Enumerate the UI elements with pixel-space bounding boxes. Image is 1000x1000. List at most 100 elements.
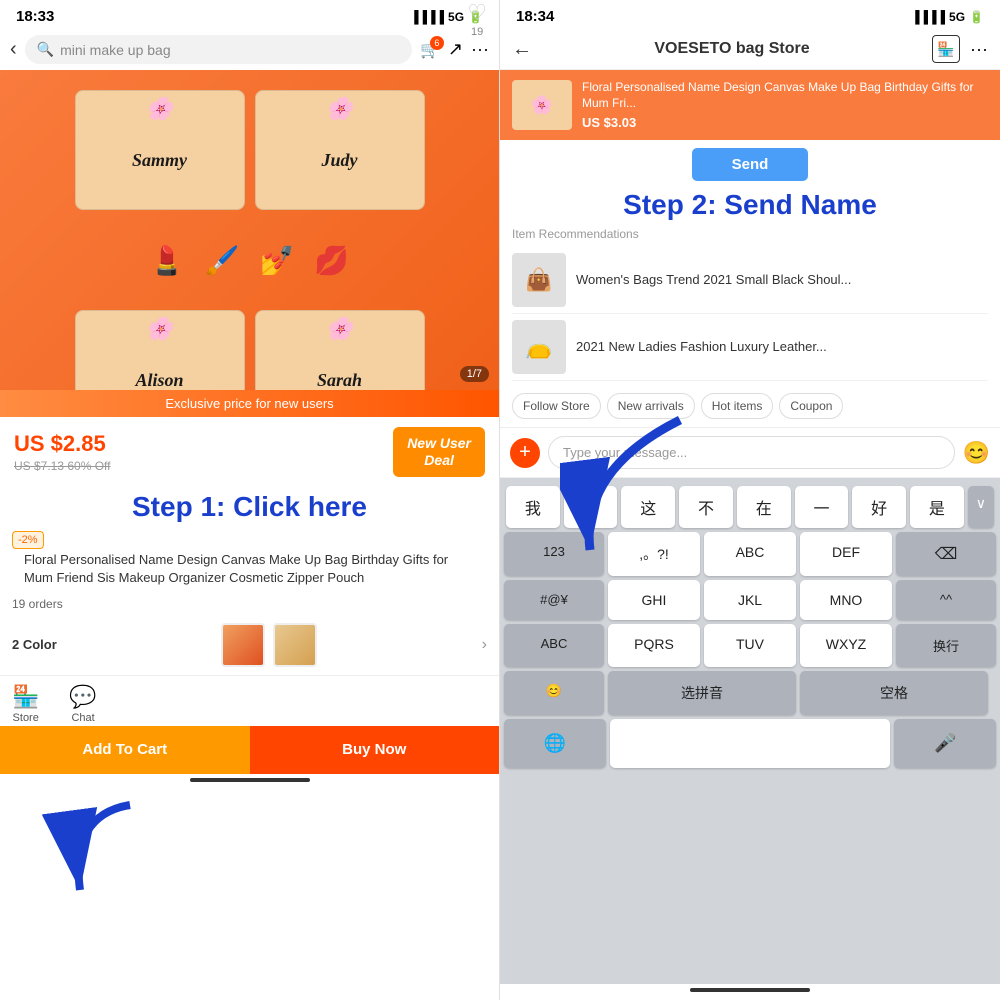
right-time: 18:34 <box>516 8 554 25</box>
makeup-icon-2: 🖌️ <box>205 244 240 277</box>
message-input[interactable]: Type your message... <box>548 436 955 469</box>
kb-key-special[interactable]: #@¥ <box>504 580 604 620</box>
color-chevron-icon[interactable]: › <box>482 636 487 654</box>
kb-key-mno[interactable]: MNO <box>800 580 892 620</box>
quick-key-yi[interactable]: 一 <box>795 486 849 528</box>
makeup-tools-row: 💄 🖌️ 💅 💋 <box>20 220 479 300</box>
right-main-content: 🌸 Floral Personalised Name Design Canvas… <box>500 70 1000 1000</box>
buy-now-button[interactable]: Buy Now <box>250 726 500 774</box>
color-swatch-2[interactable] <box>273 623 317 667</box>
chat-icon-item[interactable]: 💬 Chat <box>69 684 96 724</box>
kb-key-huanhang[interactable]: 换行 <box>896 624 996 667</box>
kb-key-abc[interactable]: ABC <box>704 532 796 576</box>
heart-section[interactable]: ♡ 19 <box>467 0 487 38</box>
quick-key-bu[interactable]: 不 <box>679 486 733 528</box>
new-user-deal[interactable]: New UserDeal <box>393 427 485 477</box>
signal-icon: ▐▐▐▐ <box>410 10 444 24</box>
store-tabs: Follow Store New arrivals Hot items Coup… <box>500 385 1000 428</box>
product-title: Floral Personalised Name Design Canvas M… <box>12 549 487 591</box>
kb-mic-button[interactable]: 🎤 <box>894 719 996 768</box>
kb-key-abc2[interactable]: ABC <box>504 624 604 667</box>
cart-icon-wrap[interactable]: 🛒 6 <box>420 40 440 60</box>
right-home-bar <box>690 988 810 992</box>
right-store-icon[interactable]: 🏪 <box>932 35 960 63</box>
store-icon-item[interactable]: 🏪 Store <box>12 684 39 724</box>
preview-info: Floral Personalised Name Design Canvas M… <box>582 80 988 130</box>
right-more-icon[interactable]: ··· <box>970 39 988 60</box>
quick-key-wo[interactable]: 我 <box>506 486 560 528</box>
kb-key-punc[interactable]: ,。?! <box>608 532 700 576</box>
quick-key-shi[interactable]: 是 <box>910 486 964 528</box>
rec-thumb-2: 👝 <box>512 320 566 374</box>
bag-name-1: Sammy <box>132 150 187 171</box>
share-icon[interactable]: ↗ <box>448 39 463 60</box>
bag-alison: 🌸 Alison <box>75 310 245 390</box>
kb-key-123[interactable]: 123 <box>504 532 604 576</box>
quick-key-hao[interactable]: 好 <box>852 486 906 528</box>
kb-key-emoji[interactable]: 😊 <box>504 671 604 715</box>
kb-key-ghi[interactable]: GHI <box>608 580 700 620</box>
send-btn-wrap: Send <box>500 140 1000 189</box>
search-icon: 🔍 <box>37 41 54 58</box>
rec-thumb-1: 👜 <box>512 253 566 307</box>
kb-key-def[interactable]: DEF <box>800 532 892 576</box>
chevron-key[interactable]: ∨ <box>968 486 994 528</box>
kb-key-pqrs[interactable]: PQRS <box>608 624 700 667</box>
rec-title-2: 2021 New Ladies Fashion Luxury Leather..… <box>576 339 827 356</box>
rec-item-1[interactable]: 👜 Women's Bags Trend 2021 Small Black Sh… <box>512 247 988 314</box>
kb-globe-button[interactable]: 🌐 <box>504 719 606 768</box>
quick-key-ni[interactable]: 你 <box>564 486 618 528</box>
send-button[interactable]: Send <box>692 148 809 181</box>
price-row: US $2.85 US $7.13 60% Off New UserDeal <box>0 417 499 485</box>
price-main: US $2.85 <box>14 431 111 457</box>
chat-icon: 💬 <box>69 684 96 710</box>
bag-name-4: Sarah <box>317 370 362 391</box>
bag-name-2: Judy <box>322 150 358 171</box>
tab-hot-items[interactable]: Hot items <box>701 393 774 419</box>
tab-follow-store[interactable]: Follow Store <box>512 393 601 419</box>
rec-item-2[interactable]: 👝 2021 New Ladies Fashion Luxury Leather… <box>512 314 988 381</box>
right-network-icon: 5G <box>949 10 965 24</box>
kb-row-4: 😊 选拼音 空格 <box>504 671 996 715</box>
bottom-bar: 🏪 Store 💬 Chat Add To Cart Buy Now <box>0 675 499 790</box>
tab-coupon[interactable]: Coupon <box>779 393 843 419</box>
quick-key-zhe[interactable]: 这 <box>621 486 675 528</box>
heart-count: 19 <box>471 26 483 38</box>
tab-new-arrivals[interactable]: New arrivals <box>607 393 695 419</box>
back-button[interactable]: ‹ <box>10 38 17 61</box>
kb-space-bar[interactable] <box>610 719 891 768</box>
emoji-button[interactable]: 😊 <box>963 440 990 466</box>
kb-row-3: ABC PQRS TUV WXYZ 换行 <box>504 624 996 667</box>
message-placeholder: Type your message... <box>563 445 687 460</box>
product-image-container: 🌸 Sammy 🌸 Judy 💄 🖌️ 💅 💋 🌸 Alison 🌸 Sarah <box>0 70 499 390</box>
kb-key-wxyz[interactable]: WXYZ <box>800 624 892 667</box>
kb-key-del[interactable]: ⌫ <box>896 532 996 576</box>
right-top-bar: ← VOESETO bag Store 🏪 ··· <box>500 29 1000 70</box>
kb-key-tuv[interactable]: TUV <box>704 624 796 667</box>
add-to-cart-button[interactable]: Add To Cart <box>0 726 250 774</box>
flower-deco-3: 🌸 <box>146 316 173 342</box>
makeup-icon-3: 💅 <box>260 244 295 277</box>
step2-label: Step 2: Send Name <box>500 189 1000 225</box>
left-panel: 18:33 ▐▐▐▐ 5G 🔋 ‹ 🔍 mini make up bag 🛒 6… <box>0 0 500 1000</box>
color-row: 2 Color › <box>0 615 499 675</box>
color-swatch-1[interactable] <box>221 623 265 667</box>
kb-bottom-row: 🌐 🎤 <box>500 719 1000 774</box>
kb-key-space[interactable]: 空格 <box>800 671 988 715</box>
right-back-button[interactable]: ← <box>512 38 532 61</box>
kb-key-jkl[interactable]: JKL <box>704 580 796 620</box>
left-home-bar <box>190 778 310 782</box>
plus-button[interactable]: + <box>510 438 540 468</box>
search-box[interactable]: 🔍 mini make up bag <box>25 35 412 64</box>
kb-key-pinyin[interactable]: 选拼音 <box>608 671 796 715</box>
kb-key-arrows[interactable]: ^^ <box>896 580 996 620</box>
right-home-indicator <box>500 984 1000 1000</box>
product-image-bg: 🌸 Sammy 🌸 Judy 💄 🖌️ 💅 💋 🌸 Alison 🌸 Sarah <box>0 70 499 390</box>
discount-row: -2% <box>12 531 487 549</box>
cart-badge: 6 <box>430 36 444 50</box>
flower-deco-2: 🌸 <box>326 96 353 122</box>
right-signal-icon: ▐▐▐▐ <box>911 10 945 24</box>
more-icon[interactable]: ··· <box>471 39 489 60</box>
quick-key-zai[interactable]: 在 <box>737 486 791 528</box>
kb-row-2: #@¥ GHI JKL MNO ^^ <box>504 580 996 620</box>
